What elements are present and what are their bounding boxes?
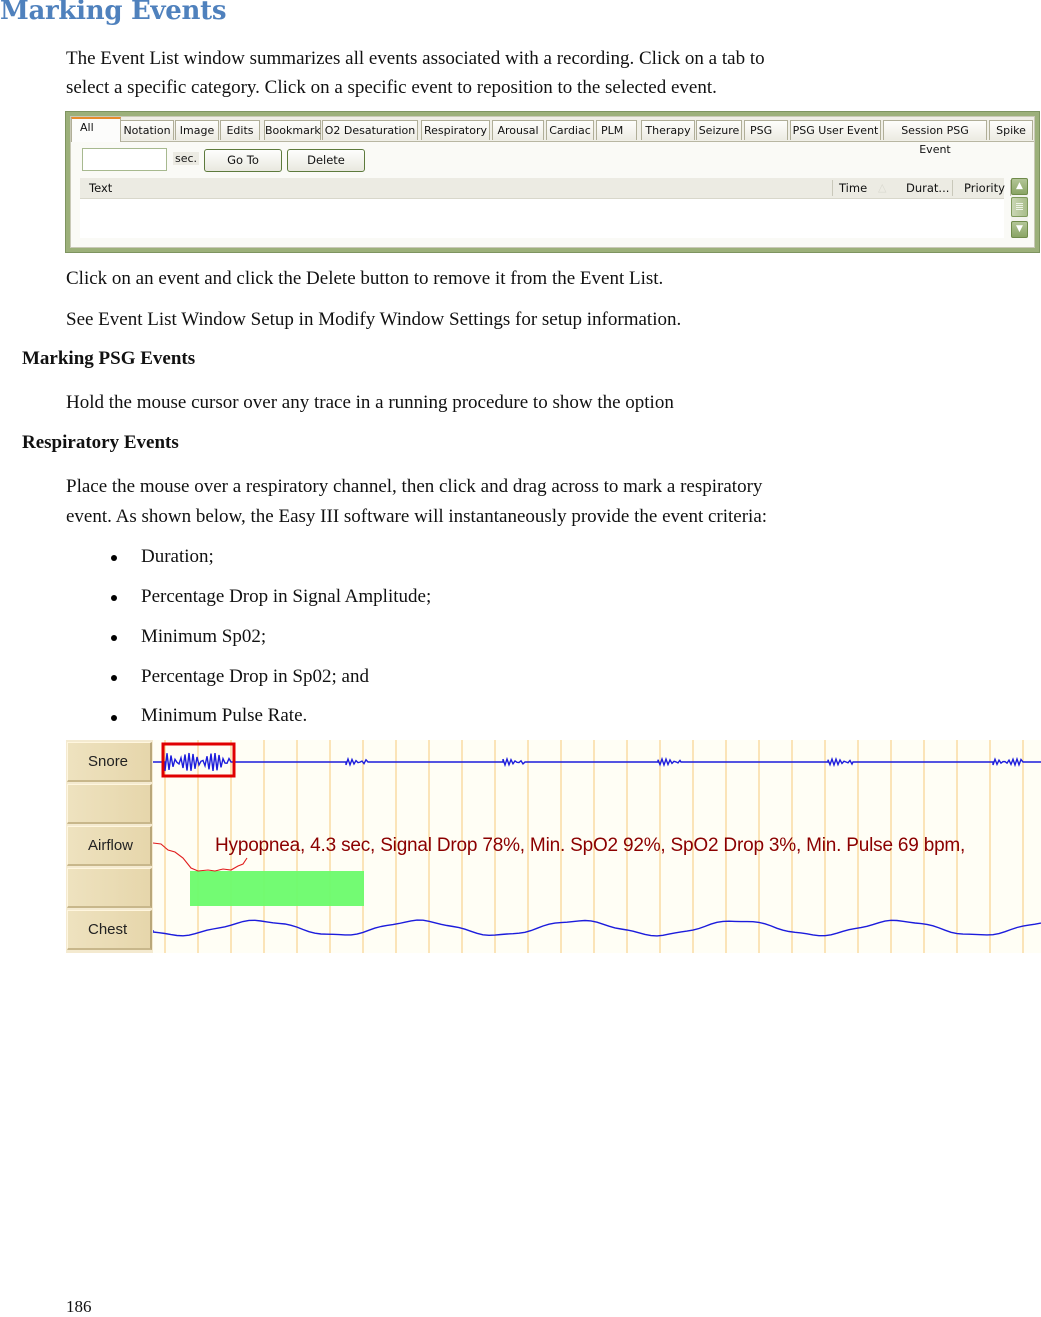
page-heading: Marking Events <box>0 0 227 26</box>
respiratory-text-line-2: event. As shown below, the Easy III soft… <box>66 506 768 527</box>
tab-psg-user-event[interactable]: PSG User Event <box>790 120 881 140</box>
section-title-marking-psg: Marking PSG Events <box>22 348 196 369</box>
respiratory-text-line-1: Place the mouse over a respiratory chann… <box>66 476 763 497</box>
bullet-icon <box>111 595 117 601</box>
column-time[interactable]: Time <box>839 181 867 195</box>
go-to-button[interactable]: Go To <box>204 149 282 172</box>
criteria-item: Duration; <box>141 546 214 567</box>
setup-reference: See Event List Window Setup in Modify Wi… <box>66 309 682 330</box>
tab-cardiac[interactable]: Cardiac <box>546 120 594 140</box>
column-priority[interactable]: Priority <box>964 181 1005 195</box>
sort-ascending-icon: △ <box>878 181 887 194</box>
criteria-item: Minimum Pulse Rate. <box>141 705 308 726</box>
tab-all[interactable]: All <box>71 117 121 142</box>
scroll-thumb[interactable] <box>1011 197 1028 217</box>
seconds-unit-label: sec. <box>173 152 200 165</box>
intro-line-1: The Event List window summarizes all eve… <box>66 48 765 69</box>
bullet-icon <box>111 635 117 641</box>
tab-plm[interactable]: PLM <box>596 120 637 140</box>
event-tabs: All Notation Image Edits Bookmark O2 Des… <box>71 117 1034 156</box>
column-text[interactable]: Text <box>89 181 112 195</box>
channel-chest[interactable]: Chest <box>67 910 152 950</box>
criteria-item: Percentage Drop in Sp02; and <box>141 666 369 687</box>
tab-psg[interactable]: PSG <box>744 120 788 140</box>
tab-seizure[interactable]: Seizure <box>696 120 742 140</box>
tab-bookmark[interactable]: Bookmark <box>264 120 321 140</box>
bullet-icon <box>111 555 117 561</box>
section-title-respiratory: Respiratory Events <box>22 432 179 453</box>
channel-labels: Snore Airflow Chest <box>66 740 153 953</box>
hypopnea-event-bar <box>190 871 364 906</box>
tab-notation[interactable]: Notation <box>120 120 174 140</box>
event-list-body[interactable] <box>80 199 1004 238</box>
intro-line-2: select a specific category. Click on a s… <box>66 77 717 98</box>
criteria-item: Percentage Drop in Signal Amplitude; <box>141 586 432 607</box>
event-annotation: Hypopnea, 4.3 sec, Signal Drop 78%, Min.… <box>215 835 966 856</box>
trace-area[interactable]: Hypopnea, 4.3 sec, Signal Drop 78%, Min.… <box>153 740 1041 953</box>
scroll-down-icon[interactable]: ▼ <box>1011 221 1028 238</box>
bullet-icon <box>111 675 117 681</box>
column-duration[interactable]: Durat... <box>906 181 949 195</box>
snore-trace <box>153 752 1041 772</box>
channel-snore[interactable]: Snore <box>67 742 152 782</box>
event-list-window: All Notation Image Edits Bookmark O2 Des… <box>65 111 1040 253</box>
column-separator[interactable] <box>832 180 833 196</box>
delete-instruction: Click on an event and click the Delete b… <box>66 268 664 289</box>
bullet-icon <box>111 715 117 721</box>
tab-session-psg-event[interactable]: Session PSG Event <box>883 120 987 156</box>
tab-spike[interactable]: Spike <box>989 120 1033 140</box>
column-separator[interactable] <box>952 180 953 196</box>
psg-trace-view: Snore Airflow Chest Hypopnea, 4.3 sec, S… <box>66 740 1041 953</box>
chest-trace <box>153 919 1041 937</box>
tab-arousal[interactable]: Arousal <box>492 120 544 140</box>
tab-image[interactable]: Image <box>175 120 219 140</box>
channel-blank[interactable] <box>67 868 152 908</box>
event-list-header: Text Time △ Durat... Priority <box>80 178 1011 199</box>
vertical-scrollbar[interactable]: ▲ ▼ <box>1011 178 1028 238</box>
seconds-input[interactable] <box>82 148 167 171</box>
section-text-marking-psg: Hold the mouse cursor over any trace in … <box>66 392 674 413</box>
channel-airflow[interactable]: Airflow <box>67 826 152 866</box>
channel-blank[interactable] <box>67 784 152 824</box>
tab-respiratory[interactable]: Respiratory <box>421 120 490 140</box>
tab-edits[interactable]: Edits <box>220 120 260 140</box>
criteria-item: Minimum Sp02; <box>141 626 267 647</box>
scroll-up-icon[interactable]: ▲ <box>1011 178 1028 195</box>
tab-therapy[interactable]: Therapy <box>641 120 695 140</box>
delete-button[interactable]: Delete <box>287 149 365 172</box>
page-number: 186 <box>66 1297 92 1316</box>
tab-o2-desaturation[interactable]: O2 Desaturation <box>322 120 418 140</box>
